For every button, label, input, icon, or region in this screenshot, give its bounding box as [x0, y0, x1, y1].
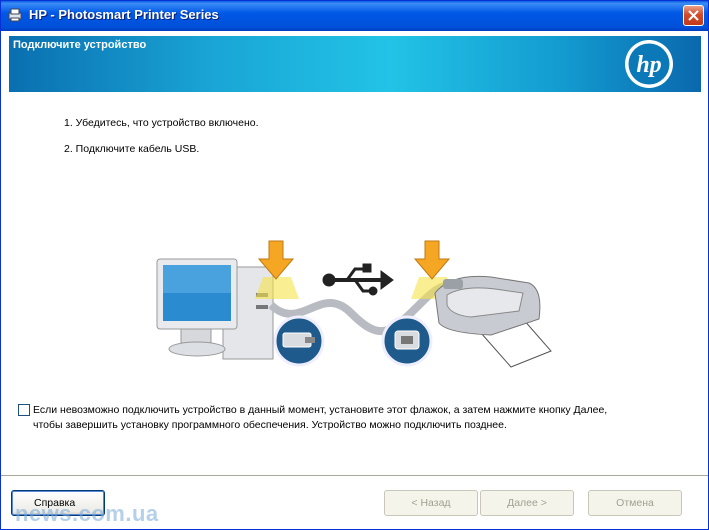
computer-icon — [156, 258, 274, 360]
cancel-button[interactable]: Отмена — [588, 490, 682, 516]
usb-b-plug-icon — [381, 315, 433, 367]
footer-divider — [1, 475, 708, 477]
step-1: 1. Убедитесь, что устройство включено. — [64, 117, 259, 129]
next-button[interactable]: Далее > — [480, 490, 574, 516]
installer-window: HP - Photosmart Printer Series Подключит… — [0, 0, 709, 530]
hp-logo-text: hp — [636, 52, 661, 78]
usb-connection-illustration — [156, 240, 552, 368]
step-2: 2. Подключите кабель USB. — [64, 143, 200, 155]
close-icon — [688, 10, 699, 21]
title-bar[interactable]: HP - Photosmart Printer Series — [1, 1, 708, 31]
usb-symbol-icon — [322, 263, 394, 296]
page-title: Подключите устройство — [13, 39, 147, 51]
usb-plug-icon — [273, 315, 325, 367]
header-band: Подключите устройство hp — [9, 36, 701, 92]
watermark: news.com.ua — [15, 501, 159, 526]
window-title: HP - Photosmart Printer Series — [29, 7, 219, 22]
hp-logo: hp — [625, 40, 673, 88]
printer-icon — [434, 275, 552, 368]
printer-app-icon — [8, 8, 22, 22]
connect-later-checkbox[interactable] — [18, 404, 30, 416]
close-button[interactable] — [683, 5, 704, 26]
connect-later-label[interactable]: Если невозможно подключить устройство в … — [33, 403, 633, 433]
back-button[interactable]: < Назад — [384, 490, 478, 516]
